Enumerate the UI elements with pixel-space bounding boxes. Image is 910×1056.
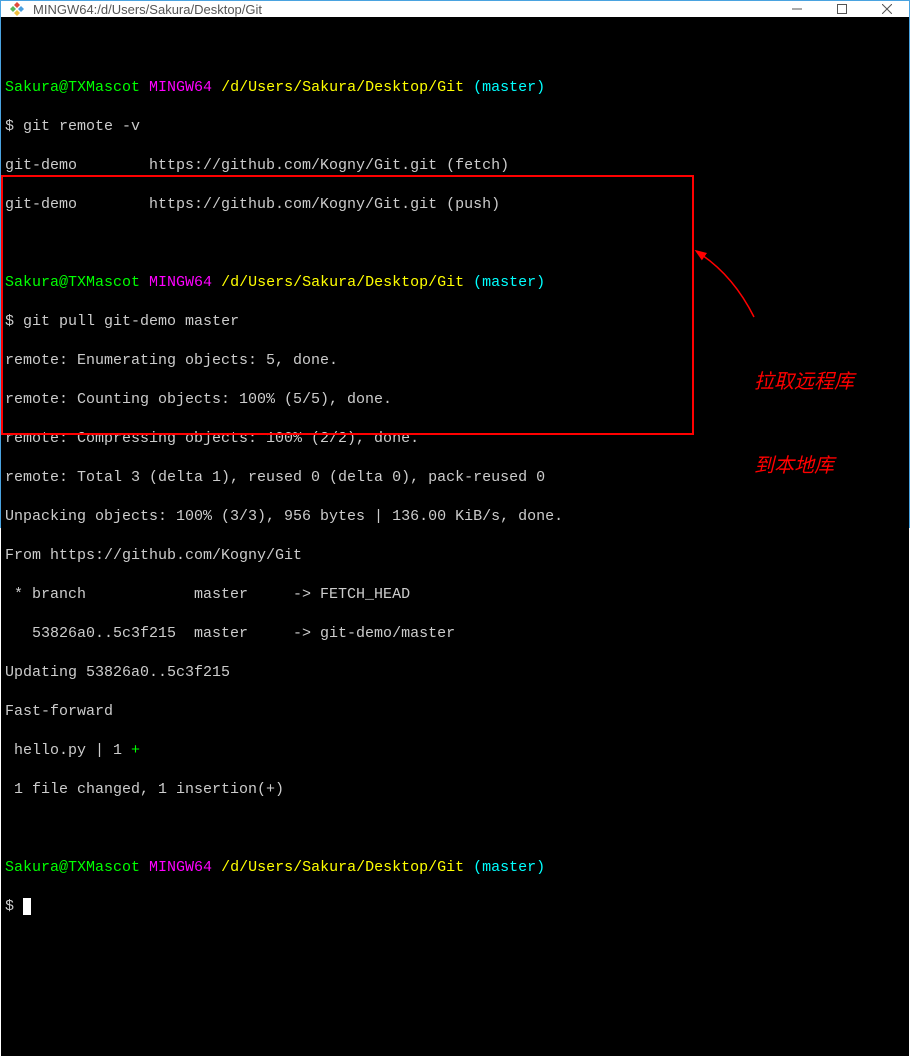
terminal-line [5, 39, 905, 59]
command-text: git pull git-demo master [23, 313, 239, 330]
maximize-button[interactable] [819, 1, 864, 17]
app-icon [9, 1, 25, 17]
command-line: $ [5, 897, 905, 917]
prompt-user: Sakura@TXMascot [5, 274, 140, 291]
prompt-env: MINGW64 [149, 79, 212, 96]
output-line: * branch master -> FETCH_HEAD [5, 585, 905, 605]
terminal-area[interactable]: Sakura@TXMascot MINGW64 /d/Users/Sakura/… [1, 17, 909, 1056]
prompt-path: /d/Users/Sakura/Desktop/Git [221, 859, 464, 876]
output-line: 1 file changed, 1 insertion(+) [5, 780, 905, 800]
prompt-branch: (master) [473, 79, 545, 96]
app-window: MINGW64:/d/Users/Sakura/Desktop/Git Saku… [0, 0, 910, 528]
output-line: Updating 53826a0..5c3f215 [5, 663, 905, 683]
prompt-user: Sakura@TXMascot [5, 79, 140, 96]
annotation-text: 拉取远程库 到本地库 [754, 312, 854, 536]
output-line: hello.py | 1 + [5, 741, 905, 761]
diff-plus: + [131, 742, 140, 759]
window-title: MINGW64:/d/Users/Sakura/Desktop/Git [33, 2, 774, 17]
minimize-button[interactable] [774, 1, 819, 17]
annotation-line: 拉取远程库 [754, 368, 854, 396]
output-line: git-demo https://github.com/Kogny/Git.gi… [5, 195, 905, 215]
prompt-env: MINGW64 [149, 859, 212, 876]
window-controls [774, 1, 909, 17]
terminal-line [5, 234, 905, 254]
prompt-line: Sakura@TXMascot MINGW64 /d/Users/Sakura/… [5, 273, 905, 293]
cursor [23, 898, 31, 915]
prompt-path: /d/Users/Sakura/Desktop/Git [221, 274, 464, 291]
prompt-line: Sakura@TXMascot MINGW64 /d/Users/Sakura/… [5, 858, 905, 878]
command-text: git remote -v [23, 118, 140, 135]
annotation-line: 到本地库 [754, 452, 854, 480]
close-button[interactable] [864, 1, 909, 17]
prompt-env: MINGW64 [149, 274, 212, 291]
prompt-path: /d/Users/Sakura/Desktop/Git [221, 79, 464, 96]
output-line: 53826a0..5c3f215 master -> git-demo/mast… [5, 624, 905, 644]
command-line: $ git remote -v [5, 117, 905, 137]
output-line: Fast-forward [5, 702, 905, 722]
prompt-branch: (master) [473, 859, 545, 876]
titlebar[interactable]: MINGW64:/d/Users/Sakura/Desktop/Git [1, 1, 909, 17]
prompt-branch: (master) [473, 274, 545, 291]
output-line: From https://github.com/Kogny/Git [5, 546, 905, 566]
terminal-line [5, 819, 905, 839]
output-line: git-demo https://github.com/Kogny/Git.gi… [5, 156, 905, 176]
prompt-line: Sakura@TXMascot MINGW64 /d/Users/Sakura/… [5, 78, 905, 98]
prompt-user: Sakura@TXMascot [5, 859, 140, 876]
